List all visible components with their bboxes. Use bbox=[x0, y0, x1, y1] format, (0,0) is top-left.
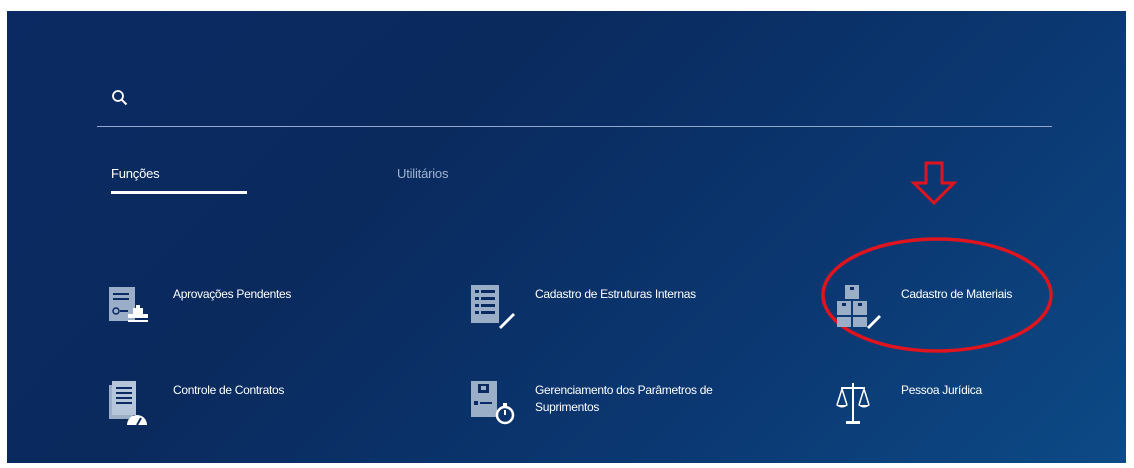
search-bar[interactable] bbox=[97, 81, 1052, 127]
materials-boxes-edit-icon bbox=[837, 285, 881, 329]
tab-utilitarios[interactable]: Utilitários bbox=[397, 166, 448, 181]
tile-label: Gerenciamento dos Parâmetros de Suprimen… bbox=[535, 383, 713, 414]
structure-list-edit-icon bbox=[471, 285, 515, 329]
tile-label: Aprovações Pendentes bbox=[173, 287, 292, 301]
search-icon[interactable] bbox=[111, 89, 129, 107]
contract-gauge-icon bbox=[109, 381, 147, 426]
tab-funcoes-label: Funções bbox=[111, 166, 160, 181]
tab-utilitarios-label: Utilitários bbox=[397, 166, 449, 181]
launchpad-panel: Funções Utilitários Aprovações Pendentes bbox=[7, 11, 1126, 463]
scales-icon bbox=[836, 383, 870, 424]
annotation-arrow-icon bbox=[910, 161, 958, 205]
approval-stamp-icon bbox=[109, 287, 148, 322]
tile-label: Cadastro de Materiais bbox=[901, 287, 1013, 301]
active-tab-underline bbox=[111, 191, 247, 194]
search-input[interactable] bbox=[137, 85, 1021, 115]
tile-label: Cadastro de Estruturas Internas bbox=[535, 287, 696, 301]
tab-funcoes[interactable]: Funções bbox=[111, 166, 247, 194]
tile-label: Controle de Contratos bbox=[173, 383, 285, 397]
tile-label: Pessoa Jurídica bbox=[901, 383, 982, 397]
supply-parameters-timer-icon bbox=[471, 381, 515, 425]
